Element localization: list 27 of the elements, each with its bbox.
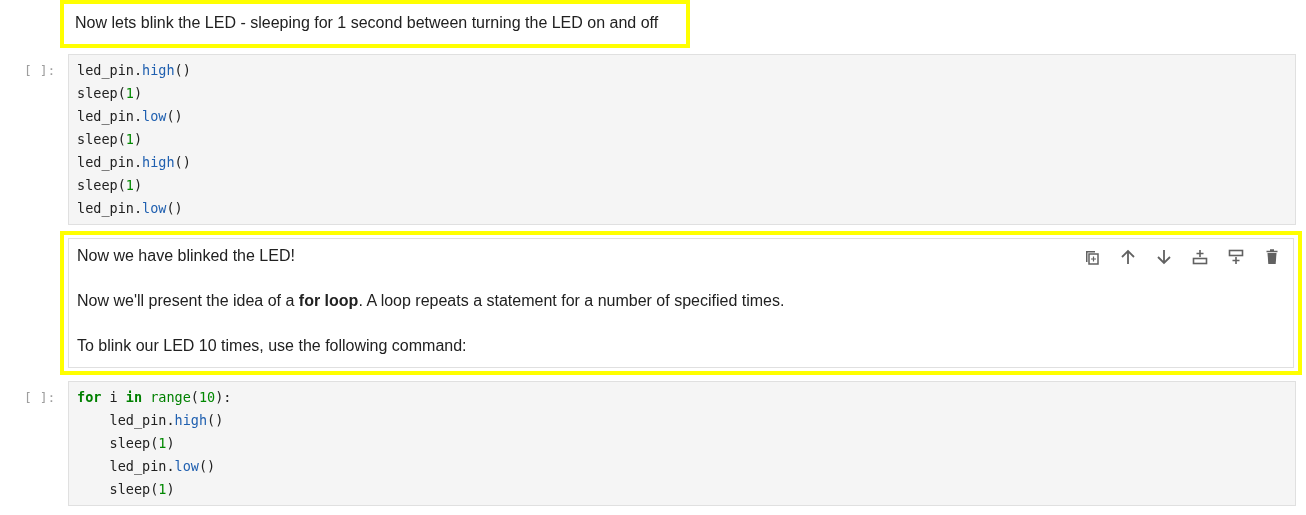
code-line: sleep(1) — [77, 130, 144, 149]
duplicate-icon[interactable] — [1083, 248, 1101, 266]
markdown-cell[interactable]: Now lets blink the LED - sleeping for 1 second between turning the LED on and off — [64, 4, 687, 44]
paragraph: Now lets blink the LED - sleeping for 1 second between turning the LED on and off — [75, 13, 659, 33]
insert-below-icon[interactable] — [1227, 248, 1245, 266]
arrow-down-icon[interactable] — [1155, 248, 1173, 266]
code-line: sleep(1) — [108, 434, 176, 453]
code-line: led_pin.low() — [108, 457, 217, 477]
code-line: led_pin.low() — [77, 107, 184, 127]
code-line: led_pin.high() — [77, 153, 192, 173]
markdown-cell[interactable]: Now we have blinked the LED! Now we'll present the idea of a for loop. A loop repeats a statement for a number of specified times. To blink our LED 10 times, use the following command: — [68, 238, 1294, 368]
code-line: sleep(1) — [108, 480, 176, 499]
code-line: for i in range(10): — [77, 388, 233, 407]
code-line: sleep(1) — [77, 176, 144, 195]
code-line: led_pin.low() — [77, 199, 184, 219]
arrow-up-icon[interactable] — [1119, 248, 1137, 266]
paragraph: To blink our LED 10 times, use the following command: — [77, 336, 467, 356]
code-line: led_pin.high() — [77, 61, 192, 81]
paragraph: Now we have blinked the LED! — [77, 246, 295, 266]
cell-prompt: [ ]: — [23, 62, 57, 80]
code-cell[interactable]: for i in range(10): led_pin.high() sleep(1) led_pin.low() sleep(1) — [68, 381, 1296, 506]
code-cell[interactable]: led_pin.high() sleep(1) led_pin.low() sleep(1) led_pin.high() sleep(1) led_pin.low() — [68, 54, 1296, 225]
code-line: led_pin.high() — [108, 411, 225, 431]
insert-above-icon[interactable] — [1191, 248, 1209, 266]
paragraph: Now we'll present the idea of a for loop. A loop repeats a statement for a number of specified times. — [77, 291, 785, 311]
code-line: sleep(1) — [77, 84, 144, 103]
cell-prompt: [ ]: — [23, 389, 57, 407]
